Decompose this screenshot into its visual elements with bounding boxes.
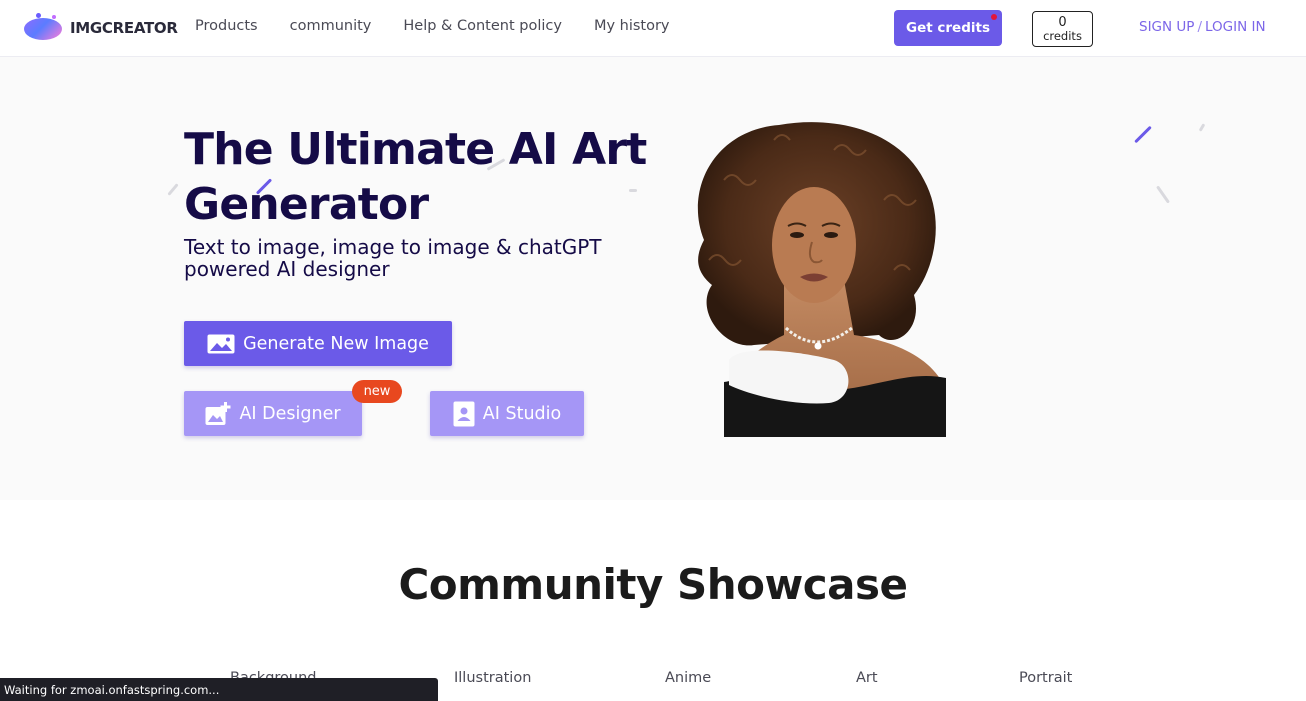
tab-illustration[interactable]: Illustration <box>454 670 531 686</box>
nav-item-history[interactable]: My history <box>594 18 670 34</box>
nav-item-products[interactable]: Products <box>195 18 258 34</box>
auth-links: SIGN UP / LOGIN IN <box>1139 19 1266 35</box>
logo-text: IMGCREATOR <box>70 19 178 37</box>
logo-icon <box>22 12 66 44</box>
ai-designer-button[interactable]: AI Designer <box>184 391 362 436</box>
hero-portrait-image <box>684 120 950 437</box>
hero-subtitle: Text to image, image to image & chatGPT … <box>184 235 602 281</box>
ai-studio-button[interactable]: AI Studio <box>430 391 584 436</box>
tab-portrait[interactable]: Portrait <box>1019 670 1072 686</box>
nav-item-help[interactable]: Help & Content policy <box>403 18 562 34</box>
new-badge: new <box>352 380 402 403</box>
login-link[interactable]: LOGIN IN <box>1205 19 1266 35</box>
credits-count: 0 <box>1058 15 1067 31</box>
community-showcase-title: Community Showcase <box>398 560 908 609</box>
tab-art[interactable]: Art <box>856 670 878 686</box>
get-credits-button[interactable]: Get credits <box>894 10 1002 46</box>
portrait-card-icon <box>453 401 475 427</box>
auth-separator: / <box>1197 19 1202 35</box>
generate-label: Generate New Image <box>243 333 429 354</box>
designer-label: AI Designer <box>239 403 341 424</box>
status-text: Waiting for zmoai.onfastspring.com... <box>4 682 220 697</box>
signup-link[interactable]: SIGN UP <box>1139 19 1194 35</box>
generate-new-image-button[interactable]: Generate New Image <box>184 321 452 366</box>
browser-status-bar: Waiting for zmoai.onfastspring.com... <box>0 678 438 701</box>
tab-anime[interactable]: Anime <box>665 670 711 686</box>
studio-label: AI Studio <box>482 403 562 424</box>
image-icon <box>207 334 235 354</box>
main-nav: Products community Help & Content policy… <box>195 18 702 34</box>
logo[interactable]: IMGCREATOR <box>22 12 178 44</box>
credits-label: credits <box>1043 28 1082 43</box>
nav-item-community[interactable]: community <box>290 18 372 34</box>
notification-dot <box>991 14 997 20</box>
top-navbar: IMGCREATOR Products community Help & Con… <box>0 0 1306 57</box>
credits-counter[interactable]: 0 credits <box>1032 11 1093 47</box>
add-image-icon <box>205 401 231 426</box>
hero-title: The Ultimate AI Art Generator <box>184 124 647 230</box>
